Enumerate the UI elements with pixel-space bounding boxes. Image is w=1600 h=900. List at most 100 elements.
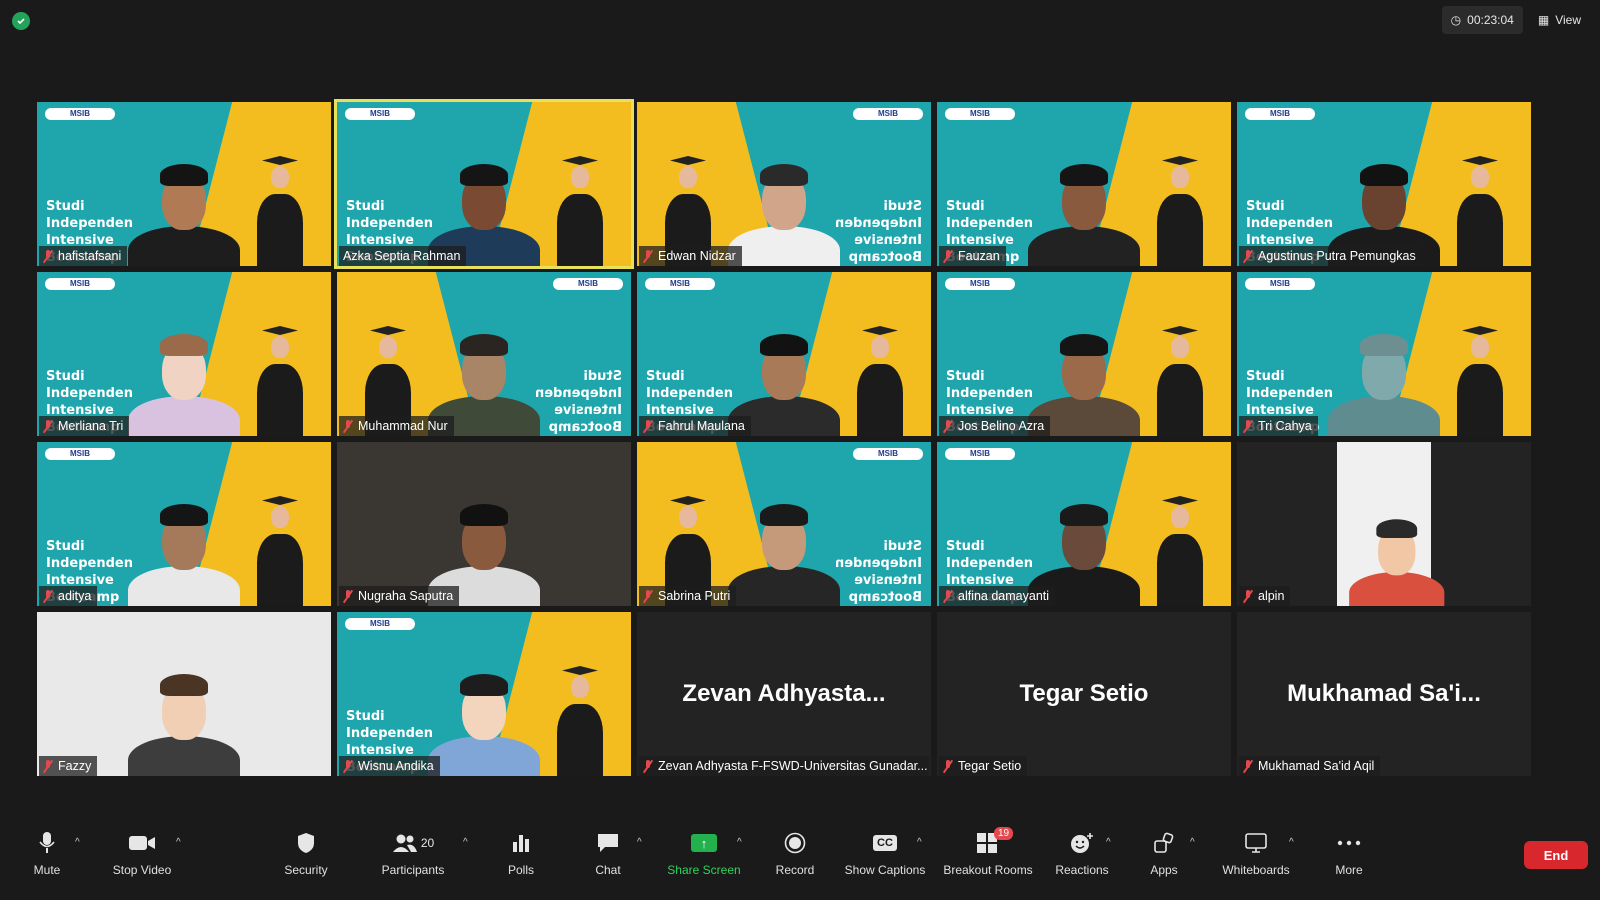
participant-video-tile[interactable]: MSIB StudiIndependenIntensiveBootcamp Ag… (1237, 102, 1531, 266)
participant-name: Nugraha Saputra (358, 589, 454, 603)
view-button[interactable]: ▦ View (1529, 6, 1590, 34)
participant-video-tile[interactable]: MSIB StudiIndependenIntensiveBootcamp Me… (37, 272, 331, 436)
participants-button[interactable]: 20 Participants (368, 829, 458, 877)
participant-video-feed (424, 636, 544, 776)
participant-video-tile[interactable]: MSIB StudiIndependenIntensiveBootcamp Az… (334, 99, 634, 269)
muted-microphone-icon (343, 759, 353, 773)
encryption-shield-icon[interactable] (12, 12, 30, 30)
more-button[interactable]: More (1304, 829, 1394, 877)
meeting-toolbar: Mute ^ Stop Video ^ Security 20 Particip… (0, 823, 1600, 900)
participant-name-label: Sabrina Putri (639, 586, 737, 606)
graduate-figure (557, 156, 603, 266)
participants-options-chevron-up-icon[interactable]: ^ (463, 837, 468, 848)
security-label: Security (284, 863, 328, 877)
graduate-figure (1157, 496, 1203, 606)
record-button[interactable]: Record (750, 829, 840, 877)
participant-video-tile[interactable]: alpin (1237, 442, 1531, 606)
muted-microphone-icon (643, 249, 653, 263)
msib-logo: MSIB (345, 618, 415, 630)
background-caption: StudiIndependenIntensiveBootcamp (535, 369, 622, 435)
participant-video-tile[interactable]: Tegar Setio Tegar Setio (937, 612, 1231, 776)
stop-video-button[interactable]: Stop Video (97, 829, 187, 877)
participant-name-label: Fauzan (939, 246, 1006, 266)
participant-video-feed (124, 126, 244, 266)
participant-video-feed (124, 296, 244, 436)
participant-name-label: Wisnu Andika (339, 756, 440, 776)
share-screen-label: Share Screen (667, 863, 741, 877)
muted-microphone-icon (643, 589, 653, 603)
record-icon (784, 829, 806, 857)
participant-video-tile[interactable]: MSIB StudiIndependenIntensiveBootcamp Jo… (937, 272, 1231, 436)
participant-name: Tri Cahya (1258, 419, 1312, 433)
participant-video-tile[interactable]: MSIB StudiIndependenIntensiveBootcamp Fa… (937, 102, 1231, 266)
participant-name-label: Jos Belino Azra (939, 416, 1051, 436)
participant-video-feed (1024, 466, 1144, 606)
participant-video-feed (1324, 296, 1444, 436)
security-button[interactable]: Security (261, 829, 351, 877)
apps-options-chevron-up-icon[interactable]: ^ (1190, 837, 1195, 848)
participant-video-tile[interactable]: MSIB StudiIndependenIntensiveBootcamp Fa… (637, 272, 931, 436)
apps-button[interactable]: Apps (1119, 829, 1209, 877)
participant-display-name: Mukhamad Sa'i... (1287, 680, 1481, 707)
participant-name: aditya (58, 589, 92, 603)
video-camera-icon (128, 829, 156, 857)
whiteboards-button[interactable]: Whiteboards (1211, 829, 1301, 877)
participant-video-tile[interactable]: MSIB StudiIndependenIntensiveBootcamp al… (937, 442, 1231, 606)
polls-button[interactable]: Polls (476, 829, 566, 877)
graduate-figure (1457, 156, 1503, 266)
participant-name: Edwan Nidzar (658, 249, 736, 263)
participant-video-tile[interactable]: Nugraha Saputra (337, 442, 631, 606)
participant-name: Merliana Tri (58, 419, 124, 433)
participant-video-feed (1024, 126, 1144, 266)
participants-label: Participants (381, 863, 445, 877)
participant-name-label: Edwan Nidzar (639, 246, 742, 266)
share-screen-button[interactable]: ↑ Share Screen (659, 829, 749, 877)
participants-count: 20 (420, 836, 435, 850)
end-meeting-button[interactable]: End (1524, 841, 1588, 869)
whiteboards-label: Whiteboards (1222, 863, 1290, 877)
participant-name-label: Azka Septia Rahman (339, 246, 467, 266)
captions-options-chevron-up-icon[interactable]: ^ (917, 837, 922, 848)
participant-video-tile[interactable]: Mukhamad Sa'i... Mukhamad Sa'id Aqil (1237, 612, 1531, 776)
participant-video-tile[interactable]: MSIB Studi Independen Intensive Bootcamp Sa… (637, 442, 931, 606)
participant-video-feed (724, 296, 844, 436)
participant-video-feed (424, 126, 544, 266)
participant-video-tile[interactable]: Fazzy (37, 612, 331, 776)
participant-name-label: Mukhamad Sa'id Aqil (1239, 756, 1381, 776)
mute-options-chevron-up-icon[interactable]: ^ (75, 837, 80, 848)
participant-name-label: Nugraha Saputra (339, 586, 460, 606)
more-dots-icon (1337, 829, 1361, 857)
participant-name: Tegar Setio (958, 759, 1022, 773)
participant-name-label: Fahrul Maulana (639, 416, 751, 436)
top-right-controls: ◷ 00:23:04 ▦ View (1441, 6, 1590, 34)
background-caption: StudiIndependenIntensiveBootcamp (835, 539, 922, 605)
participant-video-tile[interactable]: Zevan Adhyasta... Zevan Adhyasta F-FSWD-U… (637, 612, 931, 776)
participant-video-tile[interactable]: MSIB StudiIndependenIntensiveBootcamp ha… (37, 102, 331, 266)
participant-video-tile[interactable]: MSIB Studi Independen Intensive Bootcamp Mu… (337, 272, 631, 436)
participant-video-tile[interactable]: MSIB Studi Independen Intensive Bootcamp Ed… (637, 102, 931, 266)
participant-video-tile[interactable]: MSIB StudiIndependenIntensiveBootcamp ad… (37, 442, 331, 606)
participant-video-tile[interactable]: MSIB StudiIndependenIntensiveBootcamp Tr… (1237, 272, 1531, 436)
participant-name-label: Muhammad Nur (339, 416, 454, 436)
whiteboard-icon (1244, 829, 1268, 857)
closed-captions-icon: CC (873, 829, 897, 857)
breakout-rooms-button[interactable]: 19 Breakout Rooms (943, 827, 1033, 877)
participant-video-feed (424, 296, 544, 436)
reactions-options-chevron-up-icon[interactable]: ^ (1106, 837, 1111, 848)
participant-video-feed (724, 126, 844, 266)
msib-logo: MSIB (45, 448, 115, 460)
video-options-chevron-up-icon[interactable]: ^ (176, 837, 181, 848)
muted-microphone-icon (943, 759, 953, 773)
participant-video-feed (1346, 487, 1445, 606)
reactions-button[interactable]: Reactions (1037, 829, 1127, 877)
participant-name-label: Agustinus Putra Pemungkas (1239, 246, 1422, 266)
participant-video-tile[interactable]: MSIB StudiIndependenIntensiveBootcamp Wi… (337, 612, 631, 776)
chat-options-chevron-up-icon[interactable]: ^ (637, 837, 642, 848)
participant-video-feed (424, 466, 544, 606)
muted-microphone-icon (943, 589, 953, 603)
stop-video-label: Stop Video (112, 863, 172, 877)
participant-name-label: alfina damayanti (939, 586, 1056, 606)
share-options-chevron-up-icon[interactable]: ^ (737, 837, 742, 848)
participant-name-label: Fazzy (39, 756, 98, 776)
whiteboards-options-chevron-up-icon[interactable]: ^ (1289, 837, 1294, 848)
